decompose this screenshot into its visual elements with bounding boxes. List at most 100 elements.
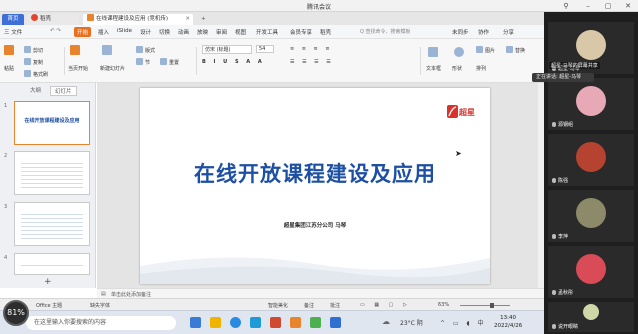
align-buttons[interactable]: ☰ ☰ ☰ ☰ xyxy=(290,59,334,65)
command-search[interactable]: Q 查找命令、搜索模板 xyxy=(360,27,430,37)
minimize-icon[interactable]: – xyxy=(582,1,594,11)
task-view-icon[interactable] xyxy=(190,317,201,328)
add-slide-button[interactable]: + xyxy=(44,277,52,287)
textbox-icon xyxy=(428,47,440,58)
menu-islide[interactable]: iSlide xyxy=(117,28,132,34)
menu-review[interactable]: 审阅 xyxy=(216,28,227,36)
menu-animation[interactable]: 动画 xyxy=(178,28,189,36)
menu-daoke[interactable]: 稻壳 xyxy=(320,28,331,36)
close-icon[interactable]: ✕ xyxy=(622,1,634,11)
meeting-app-icon[interactable] xyxy=(250,317,261,328)
paste-button[interactable] xyxy=(4,45,16,56)
undo-icon[interactable]: ↶ ↷ xyxy=(50,28,61,34)
replace-button[interactable]: 替换 xyxy=(506,46,525,54)
wechat-icon[interactable] xyxy=(310,317,321,328)
tab-outline[interactable]: 大纲 xyxy=(30,86,41,94)
wps-tab-strip: 首页 稻壳 在线课程建设及应用 (竞机传) ✕ + xyxy=(0,12,544,25)
font-size-select[interactable]: 54 xyxy=(256,45,274,53)
collab-button[interactable]: 协作 xyxy=(478,28,489,36)
wps-icon[interactable] xyxy=(270,317,281,328)
slide-title: 在线开放课程建设及应用 xyxy=(194,162,436,186)
mic-icon xyxy=(552,122,556,127)
font-family-select[interactable]: 仿宋 (标题) xyxy=(202,45,252,54)
format-painter-button[interactable]: 格式刷 xyxy=(24,70,48,78)
slide-thumbnail[interactable]: 在线开放课程建设及应用 xyxy=(14,101,90,145)
zoom-slider-knob[interactable] xyxy=(489,303,494,308)
file-explorer-icon[interactable] xyxy=(210,317,221,328)
text-format-buttons[interactable]: B I U S A A xyxy=(202,59,265,65)
tab-home[interactable]: 首页 xyxy=(2,14,24,25)
layout-button[interactable]: 版式 xyxy=(136,46,155,54)
participant-card[interactable]: 陈强 xyxy=(548,134,634,186)
notes-toggle[interactable]: 备注 xyxy=(304,302,314,309)
mic-icon xyxy=(552,324,556,329)
tray-icons[interactable]: ^ ▭ ◖ 中 xyxy=(440,318,487,327)
new-slide-button[interactable] xyxy=(102,45,114,56)
replace-icon xyxy=(506,46,513,53)
textbox-button[interactable]: 文本框 xyxy=(426,65,441,72)
menu-switch[interactable]: 切换 xyxy=(159,28,170,36)
zoom-slider[interactable] xyxy=(460,303,510,308)
browser-icon[interactable] xyxy=(330,317,341,328)
meeting-title-bar: 腾讯会议 ⚲ – ▢ ✕ xyxy=(0,0,638,12)
participant-card[interactable]: 说开眼睛 xyxy=(548,302,634,332)
shapes-icon xyxy=(454,47,466,58)
reset-button[interactable]: 重置 xyxy=(160,58,179,66)
menu-devtools[interactable]: 开发工具 xyxy=(256,28,278,36)
slide-thumbnail[interactable] xyxy=(14,253,90,275)
comments-toggle[interactable]: 批注 xyxy=(330,302,340,309)
image-icon xyxy=(476,46,483,53)
participant-card[interactable]: 源钢组 xyxy=(548,78,634,130)
windows-taskbar: 在这里输入你要搜索的内容 ☁ 23°C 阴 ^ ▭ ◖ 中 13:40 2022… xyxy=(0,310,544,334)
cut-button[interactable]: 剪切 xyxy=(24,46,43,54)
smart-beauty-button[interactable]: 智能美化 xyxy=(268,302,288,309)
cpu-usage-badge[interactable]: 81% xyxy=(3,300,29,326)
copy-button[interactable]: 复制 xyxy=(24,58,43,66)
close-tab-icon[interactable]: ✕ xyxy=(185,14,190,25)
speaking-indicator: 正在讲话: 超星-马琴 xyxy=(532,73,594,82)
menu-insert[interactable]: 插入 xyxy=(98,28,109,36)
missing-font-label[interactable]: 缺失字体 xyxy=(90,302,110,309)
tab-daoke[interactable]: 稻壳 xyxy=(27,14,79,25)
participant-name-text: 陈强 xyxy=(558,178,569,184)
ppt-taskbar-icon[interactable] xyxy=(290,317,301,328)
section-button[interactable]: 节 xyxy=(136,58,150,66)
image-button[interactable]: 图片 xyxy=(476,46,495,54)
edge-icon[interactable] xyxy=(230,317,241,328)
taskbar-search[interactable]: 在这里输入你要搜索的内容 xyxy=(26,316,176,330)
participant-card[interactable]: 孟秋彤 xyxy=(548,246,634,298)
new-tab-icon[interactable]: + xyxy=(197,14,210,25)
maximize-icon[interactable]: ▢ xyxy=(602,1,614,11)
notes-bar[interactable]: ▤ 单击此处添加备注 xyxy=(97,288,544,298)
arrange-button[interactable]: 排列 xyxy=(476,65,486,72)
slide-thumbnail[interactable] xyxy=(14,202,90,246)
menu-design[interactable]: 设计 xyxy=(140,28,151,36)
menu-member[interactable]: 会员专享 xyxy=(290,28,312,36)
tab-document[interactable]: 在线课程建设及应用 (竞机传) ✕ xyxy=(83,14,193,25)
unsync-status[interactable]: 未同步 xyxy=(452,28,469,36)
new-slide-icon xyxy=(102,45,112,55)
view-mode-buttons[interactable]: ▭ ▦ ▢ ▷ xyxy=(360,302,411,308)
clock[interactable]: 13:40 2022/4/26 xyxy=(494,314,522,330)
status-bar: Office 主题 缺失字体 智能美化 备注 批注 ▭ ▦ ▢ ▷ 63% xyxy=(0,298,544,310)
weather-text[interactable]: 23°C 阴 xyxy=(400,318,423,327)
from-current-button[interactable] xyxy=(70,45,82,56)
menu-start[interactable]: 开始 xyxy=(74,27,92,37)
shapes-button[interactable]: 形状 xyxy=(452,65,462,72)
tab-slides[interactable]: 幻灯片 xyxy=(50,86,77,96)
slides-panel: 大纲 幻灯片 1 在线开放课程建设及应用 2 3 4 + xyxy=(0,83,96,288)
share-button[interactable]: 分享 xyxy=(503,28,514,36)
notes-placeholder: 单击此处添加备注 xyxy=(111,292,152,298)
theme-label[interactable]: Office 主题 xyxy=(36,302,62,309)
avatar xyxy=(576,142,606,172)
menu-slideshow[interactable]: 放映 xyxy=(197,28,208,36)
paragraph-buttons[interactable]: ≡ ≡ ≡ ≡ xyxy=(290,46,333,52)
pin-icon[interactable]: ⚲ xyxy=(560,1,572,11)
current-slide[interactable]: 超星 在线开放课程建设及应用 超星集团江苏分公司 马琴 xyxy=(140,88,490,284)
participant-card[interactable]: 李萍 xyxy=(548,190,634,242)
slide-thumbnail[interactable] xyxy=(14,151,90,195)
zoom-value[interactable]: 63% xyxy=(438,302,449,308)
menu-file[interactable]: 三 文件 xyxy=(4,28,22,36)
menu-view[interactable]: 视图 xyxy=(235,28,246,36)
participant-name: 陈强 xyxy=(552,177,568,184)
